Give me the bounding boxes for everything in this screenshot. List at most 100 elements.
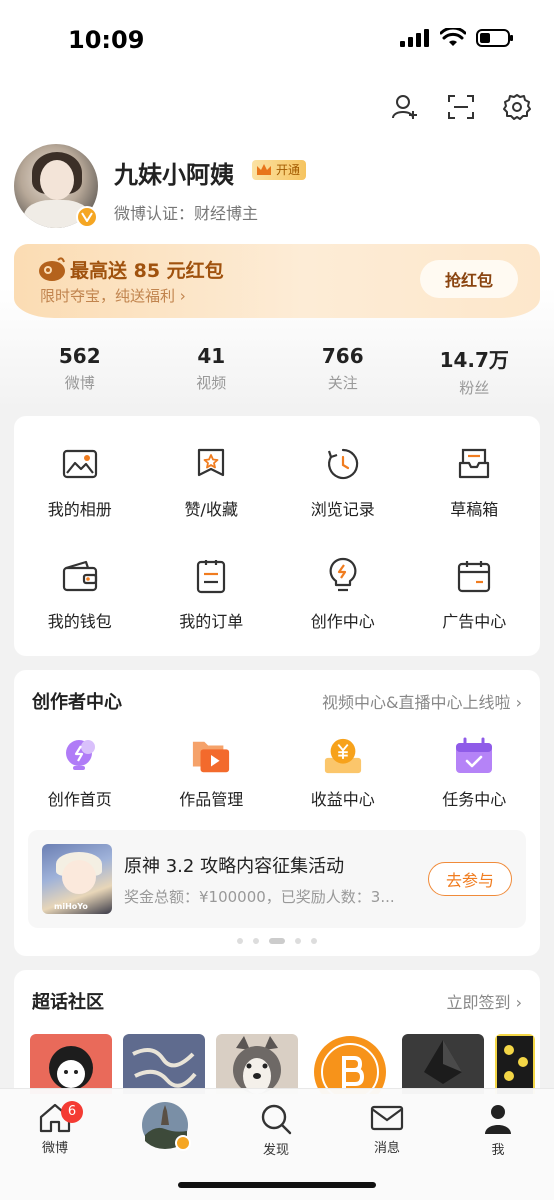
tool-ad-center[interactable]: 广告中心 <box>409 556 541 632</box>
home-indicator <box>178 1182 376 1188</box>
nav-label: 消息 <box>373 1141 400 1156</box>
tool-label: 我的相册 <box>47 500 112 519</box>
battery-icon <box>476 29 513 47</box>
center-avatar-icon <box>142 1102 191 1151</box>
nav-center-avatar[interactable] <box>126 1101 206 1151</box>
vip-label: 开通 <box>276 163 301 177</box>
yen-coin-icon <box>324 738 361 774</box>
red-packet-logo-icon <box>39 257 65 281</box>
tool-label: 我的钱包 <box>47 612 112 631</box>
super-topic-title: 超话社区 <box>32 992 104 1013</box>
tool-wallet[interactable]: 我的钱包 <box>14 556 146 632</box>
creator-center-title: 创作者中心 <box>32 692 122 713</box>
join-activity-button[interactable]: 去参与 <box>428 862 512 896</box>
bitcoin-icon <box>314 1036 386 1094</box>
creator-tasks[interactable]: 任务中心 <box>409 736 541 810</box>
activity-thumbnail: miHoYo <box>42 844 112 914</box>
activity-title: 原神 3.2 攻略内容征集活动 <box>124 856 345 877</box>
stat-value: 41 <box>197 344 226 368</box>
carousel-dot <box>237 938 243 944</box>
history-clock-icon <box>327 448 358 480</box>
tool-orders[interactable]: 我的订单 <box>146 556 278 632</box>
tool-drafts[interactable]: 草稿箱 <box>409 444 541 520</box>
stat-label: 粉丝 <box>459 379 490 397</box>
profile-person-icon <box>485 1105 511 1134</box>
nav-me[interactable]: 我 <box>458 1103 538 1158</box>
calendar-ad-icon <box>458 561 491 593</box>
vip-badge[interactable]: 开通 <box>252 160 307 180</box>
scan-icon <box>448 95 474 119</box>
bookmark-star-icon <box>198 448 225 477</box>
nav-label: 我 <box>491 1143 505 1158</box>
red-packet-banner[interactable]: 最高送 85 元红包 限时夺宝，纯送福利 › 抢红包 <box>14 244 540 318</box>
stat-value: 14.7万 <box>439 348 509 372</box>
carousel-dots <box>14 938 540 944</box>
creator-home[interactable]: 创作首页 <box>14 736 146 810</box>
tool-likes-favorites[interactable]: 赞/收藏 <box>146 444 278 520</box>
activity-thumb-brand: miHoYo <box>54 902 88 911</box>
status-bar: 10:09 <box>0 0 554 80</box>
creator-item-label: 作品管理 <box>179 790 244 809</box>
profile-stats: 562 微博 41 视频 766 关注 14.7万 粉丝 <box>14 344 540 398</box>
creator-center-link[interactable]: 视频中心&直播中心上线啦 › <box>322 689 522 713</box>
nav-label: 微博 <box>41 1141 68 1156</box>
nav-home[interactable]: 6 微博 <box>15 1101 95 1156</box>
home-unread-badge: 6 <box>61 1101 83 1123</box>
video-folder-icon <box>193 741 230 773</box>
topic-item[interactable] <box>309 1034 391 1094</box>
check-in-link[interactable]: 立即签到 › <box>447 989 523 1013</box>
carousel-dot <box>311 938 317 944</box>
tools-card: 我的相册 赞/收藏 浏览记录 草稿箱 我的钱包 我的订单 创作中心 广告中心 <box>14 416 540 656</box>
topic-item[interactable] <box>123 1034 205 1094</box>
creator-center-card: 创作者中心 视频中心&直播中心上线啦 › 创作首页 作品管理 收益中心 任务中心… <box>14 670 540 956</box>
tool-label: 赞/收藏 <box>184 500 238 519</box>
stat-followers[interactable]: 14.7万 粉丝 <box>409 344 541 398</box>
anime-girl-thumbnail-icon <box>49 1046 93 1090</box>
crown-icon <box>257 164 271 175</box>
tool-creation-center[interactable]: 创作中心 <box>277 556 409 632</box>
nav-discover[interactable]: 发现 <box>236 1103 316 1158</box>
wifi-icon <box>440 28 466 46</box>
stat-label: 视频 <box>196 374 227 392</box>
tool-history[interactable]: 浏览记录 <box>277 444 409 520</box>
topic-item[interactable] <box>216 1034 298 1094</box>
topic-item[interactable] <box>30 1034 112 1094</box>
tool-label: 我的订单 <box>179 612 244 631</box>
nav-messages[interactable]: 消息 <box>347 1103 427 1156</box>
tool-label: 广告中心 <box>442 612 507 631</box>
status-time: 10:09 <box>68 26 145 54</box>
stat-posts[interactable]: 562 微博 <box>14 344 146 398</box>
verified-badge-icon <box>76 206 98 228</box>
creator-item-label: 收益中心 <box>310 790 375 809</box>
add-friend-icon <box>392 95 417 119</box>
stat-label: 关注 <box>327 374 358 392</box>
username: 九妹小阿姨 <box>114 161 234 189</box>
settings-button[interactable] <box>502 90 532 124</box>
photo-album-icon <box>62 449 97 479</box>
topic-list <box>30 1034 535 1094</box>
creator-works[interactable]: 作品管理 <box>146 736 278 810</box>
tool-photo-album[interactable]: 我的相册 <box>14 444 146 520</box>
stat-following[interactable]: 766 关注 <box>277 344 409 398</box>
creator-item-label: 任务中心 <box>442 790 507 809</box>
number-art-thumbnail-icon <box>497 1036 533 1094</box>
stat-videos[interactable]: 41 视频 <box>146 344 278 398</box>
add-friend-button[interactable] <box>390 90 420 124</box>
grab-red-packet-button[interactable]: 抢红包 <box>420 260 518 298</box>
activity-subtitle: 奖金总额：¥100000，已奖励人数：3... <box>124 888 395 906</box>
scan-button[interactable] <box>446 90 476 124</box>
activity-banner[interactable]: miHoYo 原神 3.2 攻略内容征集活动 奖金总额：¥100000，已奖励人… <box>28 830 526 928</box>
creator-earnings[interactable]: 收益中心 <box>277 736 409 810</box>
drafts-tray-icon <box>459 448 490 479</box>
red-packet-subtitle[interactable]: 限时夺宝，纯送福利 › <box>40 285 186 306</box>
carousel-dot-active <box>269 938 285 944</box>
stat-label: 微博 <box>64 374 95 392</box>
creator-item-label: 创作首页 <box>47 790 112 809</box>
husky-thumbnail-icon <box>233 1036 281 1094</box>
order-list-icon <box>197 560 226 594</box>
lightbulb-icon <box>329 557 357 592</box>
text-art-thumbnail-icon <box>132 1048 197 1088</box>
topic-item[interactable] <box>402 1034 484 1094</box>
header-actions <box>390 90 532 124</box>
topic-item[interactable] <box>495 1034 535 1094</box>
